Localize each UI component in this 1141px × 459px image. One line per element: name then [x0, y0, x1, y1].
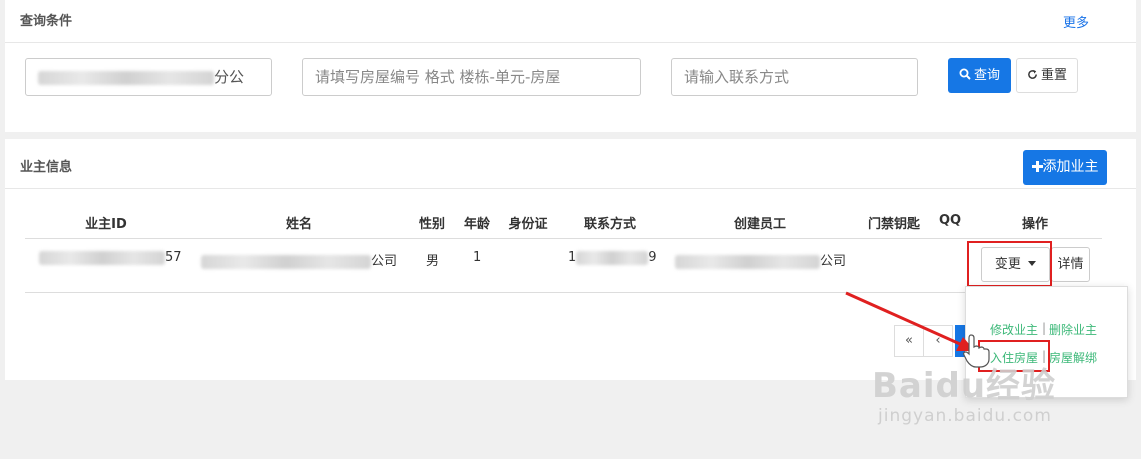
- cell-creator: 公司: [675, 250, 846, 269]
- detail-button[interactable]: 详情: [1051, 247, 1090, 282]
- cell-gender: 男: [426, 254, 440, 269]
- refresh-icon: [1028, 69, 1037, 79]
- table-header-divider: [25, 238, 1102, 239]
- column-header-qq: QQ: [938, 213, 962, 228]
- creator-suffix: 公司: [820, 254, 847, 269]
- redacted-creator: [675, 254, 820, 269]
- contact-input[interactable]: 请输入联系方式: [671, 58, 918, 96]
- reset-button-label: 重置: [1040, 68, 1067, 83]
- column-header-creator: 创建员工: [733, 217, 787, 232]
- contact-suffix: 9: [648, 250, 657, 265]
- company-select[interactable]: 分公: [25, 58, 272, 96]
- cell-contact: 19: [568, 250, 657, 265]
- cell-owner-id: 57: [39, 250, 182, 265]
- menu-item-unbind-room[interactable]: 房屋解绑: [1049, 349, 1097, 366]
- pagination-prev[interactable]: ‹: [923, 325, 953, 357]
- query-panel: 查询条件 更多 分公 请填写房屋编号 格式 楼栋-单元-房屋 请输入联系方式 查…: [5, 0, 1136, 132]
- column-header-name: 姓名: [285, 217, 313, 232]
- redacted-name: [201, 254, 371, 269]
- add-owner-button[interactable]: 添加业主: [1023, 150, 1107, 185]
- column-header-access-key: 门禁钥匙: [867, 217, 921, 232]
- column-header-id-card: 身份证: [508, 217, 548, 232]
- owner-panel-header: 业主信息 添加业主: [5, 139, 1136, 189]
- cell-age: 1: [473, 250, 482, 265]
- room-number-input[interactable]: 请填写房屋编号 格式 楼栋-单元-房屋: [302, 58, 641, 96]
- annotation-highlight-change: [967, 241, 1052, 287]
- search-icon: [959, 68, 971, 80]
- baidu-watermark: Baidu经验 jingyan.baidu.com: [872, 358, 1057, 426]
- room-number-placeholder: 请填写房屋编号 格式 楼栋-单元-房屋: [315, 68, 561, 86]
- column-header-age: 年龄: [463, 217, 491, 232]
- redacted-company-name: [38, 70, 214, 85]
- contact-placeholder: 请输入联系方式: [684, 68, 790, 86]
- cell-name: 公司: [201, 250, 397, 269]
- contact-prefix: 1: [568, 250, 577, 265]
- pagination-first[interactable]: «: [894, 325, 924, 357]
- more-link[interactable]: 更多: [1063, 12, 1089, 31]
- redacted-contact: [576, 250, 649, 265]
- column-header-actions: 操作: [1021, 217, 1049, 232]
- watermark-url: jingyan.baidu.com: [878, 406, 1052, 426]
- name-suffix: 公司: [371, 254, 398, 269]
- menu-item-delete-owner[interactable]: 删除业主: [1049, 321, 1097, 338]
- menu-item-edit-owner[interactable]: 修改业主: [990, 321, 1038, 338]
- search-button[interactable]: 查询: [948, 58, 1011, 93]
- redacted-owner-id: [39, 250, 165, 265]
- query-panel-title: 查询条件: [20, 14, 73, 29]
- menu-separator: |: [1042, 321, 1047, 335]
- owner-id-suffix: 57: [165, 250, 182, 265]
- column-header-gender: 性别: [418, 217, 446, 232]
- plus-icon: [1031, 161, 1043, 172]
- watermark-brand: Baidu经验: [872, 366, 1057, 406]
- company-visible-suffix: 分公: [214, 68, 245, 86]
- search-button-label: 查询: [973, 68, 1000, 83]
- column-header-contact: 联系方式: [583, 217, 637, 232]
- add-owner-label: 添加业主: [1042, 159, 1099, 175]
- owner-panel-title: 业主信息: [20, 160, 73, 175]
- table-row-divider: [25, 292, 1102, 293]
- reset-button[interactable]: 重置: [1016, 58, 1078, 93]
- query-panel-header: 查询条件 更多: [5, 0, 1136, 43]
- column-header-owner-id: 业主ID: [85, 217, 127, 232]
